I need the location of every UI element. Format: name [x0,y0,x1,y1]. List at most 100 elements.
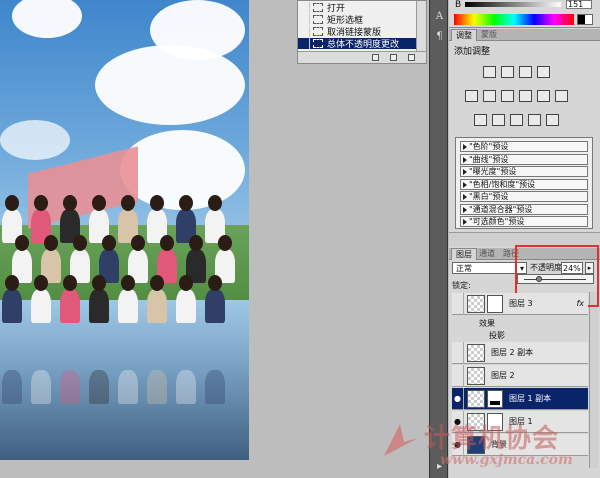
history-state-checkbox[interactable] [298,14,310,25]
person-head [131,235,145,251]
history-step-icon [313,39,323,48]
preset-item[interactable]: "曝光度"预设 [460,166,588,177]
layer-row[interactable]: 图层 2 [452,364,588,387]
hue-saturation-icon[interactable] [483,90,496,102]
layer-name[interactable]: 图层 2 副本 [491,347,533,358]
layers-scrollbar[interactable] [589,292,598,468]
visibility-eye-icon[interactable] [452,341,464,364]
tab-masks[interactable]: 蒙版 [477,29,501,41]
person-head [73,235,87,251]
document-canvas[interactable] [0,0,249,460]
fx-icon[interactable]: fx [576,299,584,308]
exposure-icon[interactable] [537,66,550,78]
history-item[interactable]: 打开 [298,2,416,14]
person-reflection [89,370,109,404]
new-document-icon[interactable] [372,54,379,61]
tab-adjustments[interactable]: 调整 [451,29,477,41]
layer-row[interactable]: ● 图层 1 [452,410,588,433]
visibility-eye-icon[interactable]: ● [452,410,464,433]
b-channel-slider[interactable] [465,2,561,7]
layer-name[interactable]: 背景 [491,439,507,450]
preset-item[interactable]: "通道混合器"预设 [460,203,588,215]
levels-icon[interactable] [501,66,514,78]
history-footer [298,51,426,63]
lock-label: 锁定: [452,281,471,290]
history-state-checkbox[interactable] [298,38,310,49]
layer-name[interactable]: 图层 3 [509,298,533,309]
layer-mask-thumbnail[interactable] [487,412,503,431]
layer-name[interactable]: 图层 1 [509,416,533,427]
history-state-checkbox[interactable] [298,2,310,13]
visibility-eye-icon[interactable]: ● [452,433,464,456]
photo-filter-icon[interactable] [537,90,550,102]
threshold-icon[interactable] [510,114,523,126]
person-figure [2,289,22,323]
person-head [92,195,106,211]
delete-icon[interactable] [408,54,415,61]
history-scrollbar[interactable] [416,1,426,51]
collapse-icon[interactable]: ▸ [433,460,446,474]
history-state-checkbox[interactable] [298,26,310,37]
cloud [0,120,70,160]
history-item-label: 总体不透明度更改 [327,40,400,50]
vibrance-icon[interactable] [465,90,478,102]
person-head [218,235,232,251]
person-reflection [147,370,167,404]
layer-name[interactable]: 图层 2 [491,370,515,381]
right-panel-dock: B 151 调整 蒙版 添加调整 "色阶"预设 "曲线"预设 "曝光度"预设 "色相/… [449,0,600,478]
preset-item[interactable]: "色阶"预设 [460,141,588,152]
invert-icon[interactable] [474,114,487,126]
curves-icon[interactable] [519,66,532,78]
layer-row[interactable]: ● 背景 [452,433,588,456]
new-snapshot-icon[interactable] [390,54,397,61]
person-reflection [2,370,22,404]
person-reflection [118,370,138,404]
person-head [160,235,174,251]
b-channel-value[interactable]: 151 [566,0,592,9]
posterize-icon[interactable] [492,114,505,126]
history-item[interactable]: 取消链接蒙版 [298,26,416,38]
person-head [5,195,19,211]
paragraph-panel-icon[interactable]: ¶ [433,30,446,44]
character-panel-icon[interactable]: A [433,10,446,24]
workspace-background [249,0,427,478]
person-head [121,195,135,211]
gradient-map-icon[interactable] [528,114,541,126]
layer-row[interactable]: 图层 3 fx [452,292,588,315]
preset-item[interactable]: "可选颜色"预设 [460,216,588,227]
layer-thumbnail [467,412,485,431]
person-figure [60,289,80,323]
person-head [189,235,203,251]
history-step-icon [313,27,323,36]
visibility-eye-icon[interactable]: ● [452,387,464,410]
color-spectrum[interactable] [454,14,574,25]
black-white-swatch[interactable] [577,14,593,25]
person-head [150,275,164,291]
layer-name[interactable]: 图层 1 副本 [509,393,551,404]
preset-item[interactable]: "黑白"预设 [460,191,588,202]
history-item[interactable]: 矩形选框 [298,14,416,26]
tab-layers[interactable]: 图层 [451,248,477,260]
person-head [102,235,116,251]
brightness-contrast-icon[interactable] [483,66,496,78]
preset-item[interactable]: "色相/饱和度"预设 [460,178,588,190]
person-head [179,275,193,291]
black-white-icon[interactable] [519,90,532,102]
color-balance-icon[interactable] [501,90,514,102]
layer-mask-thumbnail[interactable] [487,294,503,313]
person-head [15,235,29,251]
selective-color-icon[interactable] [546,114,559,126]
layer-row[interactable]: 图层 2 副本 [452,341,588,364]
history-item[interactable]: 总体不透明度更改 [298,38,416,50]
visibility-eye-icon[interactable] [452,364,464,387]
drop-shadow-effect[interactable]: 投影 [489,330,505,341]
layer-row[interactable]: ● 图层 1 副本 [452,387,588,410]
layer-thumbnail [467,389,485,408]
visibility-eye-icon[interactable] [452,292,464,315]
channel-mixer-icon[interactable] [555,90,568,102]
preset-item[interactable]: "曲线"预设 [460,153,588,165]
person-head [208,195,222,211]
layer-mask-thumbnail[interactable] [487,389,503,408]
tab-channels[interactable]: 通道 [475,248,499,260]
person-head [208,275,222,291]
